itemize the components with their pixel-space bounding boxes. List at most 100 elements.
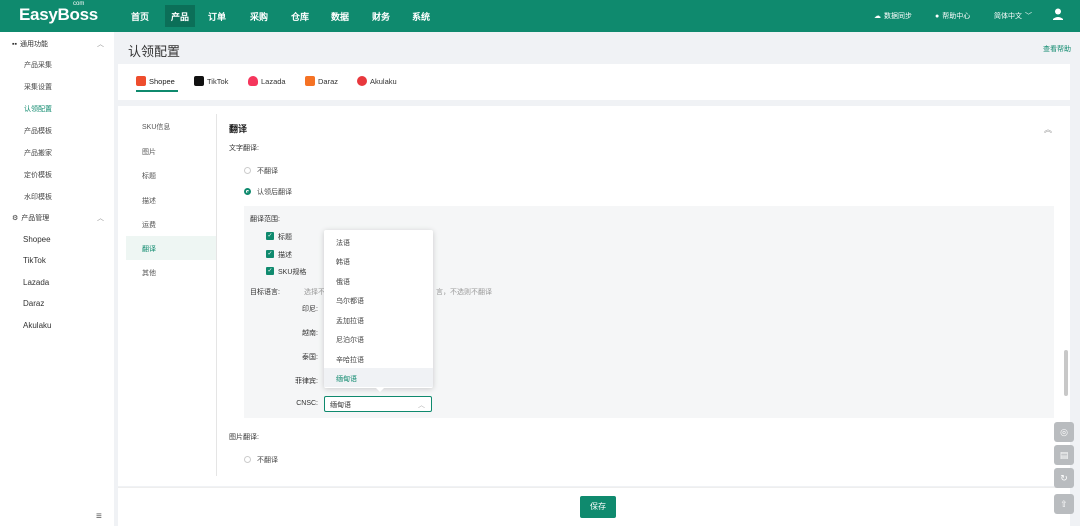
tab-label: Lazada xyxy=(261,76,286,86)
dropdown-option-nepali[interactable]: 尼泊尔语 xyxy=(324,329,433,348)
logo-suffix: com xyxy=(73,1,85,7)
sidebar-item-watermark[interactable]: 水印模板 xyxy=(24,192,52,202)
nav-orders[interactable]: 订单 xyxy=(208,10,226,23)
tab-akulaku[interactable]: Akulaku xyxy=(357,76,397,86)
document-icon[interactable]: ▤ xyxy=(1054,445,1074,465)
left-nav-shipping[interactable]: 运费 xyxy=(142,220,156,230)
collapse-up-icon[interactable]: ︽ xyxy=(1044,124,1052,135)
scrollbar-thumb[interactable] xyxy=(1064,350,1068,396)
radio-no-translate-label: 不翻译 xyxy=(257,168,278,175)
daraz-icon xyxy=(305,76,315,86)
image-translation-label: 图片翻译: xyxy=(229,434,259,441)
checkbox-description-label: 描述 xyxy=(278,252,292,259)
dropdown-option-urdu[interactable]: 乌尔都语 xyxy=(324,290,433,309)
radio-translate-after-claim[interactable] xyxy=(244,188,251,195)
sidebar-item-claim-config[interactable]: 认领配置 xyxy=(24,104,52,114)
sidebar-item-akulaku[interactable]: Akulaku xyxy=(23,321,51,330)
sidebar-item-migrate[interactable]: 产品搬家 xyxy=(24,148,52,158)
help-center-link[interactable]: ● 帮助中心 xyxy=(935,11,970,21)
menu-collapse-icon[interactable]: ≡ xyxy=(96,511,102,522)
nav-warehouse[interactable]: 仓库 xyxy=(291,10,309,23)
site-label-cnsc: CNSC: xyxy=(296,400,318,407)
left-nav-divider xyxy=(216,114,217,476)
refresh-icon[interactable]: ↻ xyxy=(1054,468,1074,488)
left-nav-active-bg xyxy=(126,236,216,260)
left-nav-description[interactable]: 描述 xyxy=(142,196,156,206)
tab-daraz[interactable]: Daraz xyxy=(305,76,338,86)
left-nav-translation[interactable]: 翻译 xyxy=(142,244,156,254)
support-icon[interactable]: ◎ xyxy=(1054,422,1074,442)
site-label-vietnam: 越南: xyxy=(302,330,318,337)
left-nav-sku[interactable]: SKU信息 xyxy=(142,122,170,132)
chevron-up-icon: ︿ xyxy=(97,215,104,222)
sidebar-item-collect[interactable]: 产品采集 xyxy=(24,60,52,70)
cnsc-selected-value: 缅甸语 xyxy=(330,402,351,409)
scope-label: 翻译范围: xyxy=(250,216,280,223)
save-bar: 保存 xyxy=(118,487,1070,526)
sidebar-item-pricing[interactable]: 定价模板 xyxy=(24,170,52,180)
nav-home[interactable]: 首页 xyxy=(131,10,149,23)
tab-shopee[interactable]: Shopee xyxy=(136,76,175,86)
language-switcher[interactable]: 简体中文 ﹀ xyxy=(994,11,1032,21)
sidebar-group-common[interactable]: ▪▪ 通用功能 ︿ xyxy=(12,39,104,49)
tab-lazada[interactable]: Lazada xyxy=(248,76,286,86)
sidebar-item-templates[interactable]: 产品模板 xyxy=(24,126,52,136)
nav-system[interactable]: 系统 xyxy=(412,10,430,23)
logo[interactable]: EasyBoss xyxy=(19,5,98,25)
chevron-up-icon: ︿ xyxy=(97,41,104,48)
radio-image-no-translate-label: 不翻译 xyxy=(257,457,278,464)
nav-product[interactable]: 产品 xyxy=(165,5,196,27)
help-icon: ● xyxy=(935,12,940,20)
cloud-icon: ☁ xyxy=(874,13,881,20)
left-nav-title[interactable]: 标题 xyxy=(142,171,156,181)
tab-label: Shopee xyxy=(149,76,175,86)
shopee-icon xyxy=(136,76,146,86)
dropdown-option-burmese[interactable]: 缅甸语 xyxy=(324,368,433,387)
site-label-philippines: 菲律宾: xyxy=(295,378,318,385)
tab-label: TikTok xyxy=(207,76,229,86)
dropdown-option-korean[interactable]: 韩语 xyxy=(324,251,433,270)
site-label-thailand: 泰国: xyxy=(302,354,318,361)
sidebar-item-collect-settings[interactable]: 采集设置 xyxy=(24,82,52,92)
nav-purchase[interactable]: 采购 xyxy=(250,10,268,23)
checkbox-description[interactable]: ✓ xyxy=(266,250,274,258)
radio-no-translate[interactable] xyxy=(244,167,251,174)
nav-finance[interactable]: 财务 xyxy=(372,10,390,23)
sidebar-group-products[interactable]: ⚙ 产品管理 ︿ xyxy=(12,213,104,223)
akulaku-icon xyxy=(357,76,367,86)
target-language-label: 目标语言: xyxy=(250,289,280,296)
dropdown-option-french[interactable]: 法语 xyxy=(324,232,433,251)
tab-label: Akulaku xyxy=(370,76,397,86)
sidebar-item-tiktok[interactable]: TikTok xyxy=(23,256,46,265)
checkbox-sku-spec[interactable]: ✓ xyxy=(266,267,274,275)
sidebar-item-lazada[interactable]: Lazada xyxy=(23,278,49,287)
back-to-top-icon[interactable]: ⇧ xyxy=(1054,494,1074,514)
sidebar-group-label: 通用功能 xyxy=(19,41,48,48)
user-icon[interactable] xyxy=(1052,7,1064,23)
section-title: 翻译 xyxy=(229,124,248,134)
language-dropdown: 法语 韩语 俄语 乌尔都语 孟加拉语 尼泊尔语 辛哈拉语 缅甸语 xyxy=(324,230,433,388)
chevron-down-icon: ﹀ xyxy=(1025,13,1032,20)
nav-data[interactable]: 数据 xyxy=(331,10,349,23)
dropdown-option-russian[interactable]: 俄语 xyxy=(324,271,433,290)
left-nav-other[interactable]: 其他 xyxy=(142,268,156,278)
tab-label: Daraz xyxy=(318,76,339,86)
view-help-link[interactable]: 查看帮助 xyxy=(1043,44,1071,54)
dropdown-option-sinhala[interactable]: 辛哈拉语 xyxy=(324,349,433,368)
data-sync-link[interactable]: ☁ 数据同步 xyxy=(874,11,912,21)
sidebar-group-label: 产品管理 xyxy=(21,215,50,222)
left-nav-images[interactable]: 图片 xyxy=(142,147,156,157)
dropdown-option-bengali[interactable]: 孟加拉语 xyxy=(324,310,433,329)
gear-icon: ⚙ xyxy=(12,215,19,222)
sidebar-item-daraz[interactable]: Daraz xyxy=(23,299,44,308)
top-navbar: EasyBoss com 首页 产品 订单 采购 仓库 数据 财务 系统 ☁ 数… xyxy=(0,0,1080,32)
cnsc-language-select[interactable]: 缅甸语 ︿ xyxy=(324,396,432,412)
tab-tiktok[interactable]: TikTok xyxy=(194,76,228,86)
sidebar-item-shopee[interactable]: Shopee xyxy=(23,235,51,244)
radio-image-no-translate[interactable] xyxy=(244,456,251,463)
save-button[interactable]: 保存 xyxy=(580,496,616,518)
checkbox-title[interactable]: ✓ xyxy=(266,232,274,240)
checkbox-title-label: 标题 xyxy=(278,234,292,241)
sidebar: ▪▪ 通用功能 ︿ 产品采集 采集设置 认领配置 产品模板 产品搬家 定价模板 … xyxy=(0,32,114,526)
radio-translate-after-claim-label: 认领后翻译 xyxy=(257,189,292,196)
